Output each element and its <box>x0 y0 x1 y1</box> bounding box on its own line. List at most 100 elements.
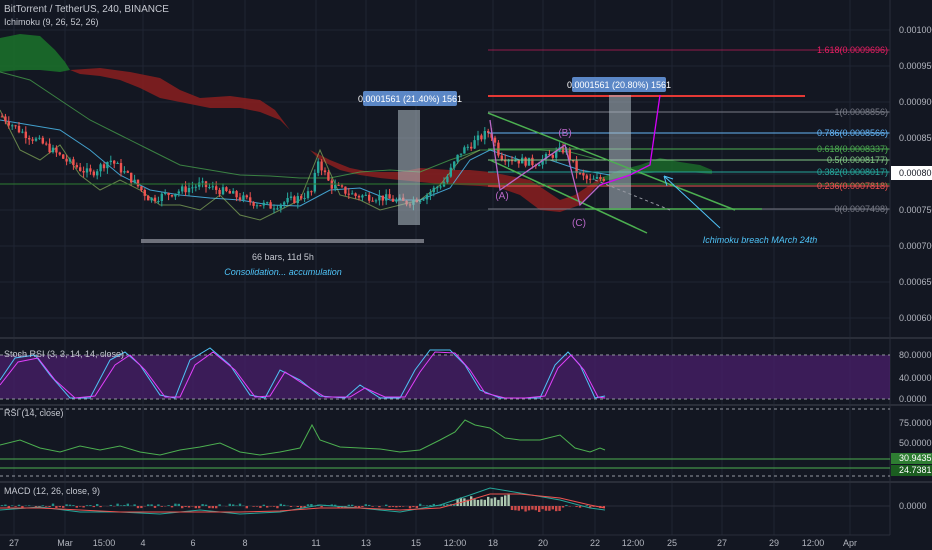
candle-body <box>119 163 123 173</box>
candle-body <box>524 157 527 166</box>
fib-1618-label: 1.618(0.0009696) <box>817 45 888 55</box>
candle-body <box>351 193 354 195</box>
macd-histogram-bar <box>551 506 554 510</box>
candle-body <box>521 157 524 164</box>
candle-body <box>357 195 361 198</box>
price-tick: 0.0009500 <box>899 61 932 71</box>
candle-body <box>599 177 602 179</box>
candle-body <box>327 172 330 181</box>
rsi-badge-lower: 24.7381 <box>899 465 932 475</box>
time-tick: 6 <box>190 538 195 548</box>
candle-body <box>140 186 143 191</box>
candle-body <box>561 147 565 153</box>
candle-body <box>160 193 163 202</box>
time-tick: 27 <box>717 538 727 548</box>
macd-histogram-bar <box>589 506 592 508</box>
candle-body <box>55 147 58 153</box>
candle-body <box>106 161 109 169</box>
chart-canvas[interactable]: 1.618(0.0009696) 1(0.0008856) 0.786(0.00… <box>0 0 932 550</box>
candle-body <box>449 167 452 177</box>
macd-histogram-bar <box>507 494 510 506</box>
candle-body <box>378 195 381 201</box>
candle-body <box>493 137 497 143</box>
macd-histogram-bar <box>480 499 483 506</box>
candle-body <box>286 197 289 203</box>
macd-histogram-bar <box>575 506 578 507</box>
time-tick: 4 <box>140 538 145 548</box>
stoch-tick: 40.0000 <box>899 373 932 383</box>
macd-histogram-bar <box>395 506 398 508</box>
macd-histogram-bar <box>75 506 78 508</box>
rsi-tick: 50.0000 <box>899 438 932 448</box>
fib-0236-label: 0.236(0.0007818) <box>817 181 888 191</box>
macd-histogram-bar <box>89 505 92 506</box>
macd-histogram-bar <box>487 496 490 506</box>
candle-body <box>313 172 316 192</box>
wave-c-label: (C) <box>572 218 586 229</box>
candle-body <box>130 172 133 183</box>
macd-histogram-bar <box>442 504 446 506</box>
candle-body <box>252 202 255 206</box>
candle-body <box>361 195 364 198</box>
rsi-label: RSI (14, close) <box>4 408 64 418</box>
candle-body <box>113 160 116 164</box>
candle-body <box>21 131 24 133</box>
fib-05-label: 0.5(0.0008177) <box>827 155 888 165</box>
macd-histogram-bar <box>527 506 531 511</box>
macd-histogram-bar <box>62 506 65 508</box>
macd-histogram-bar <box>538 506 541 512</box>
candle-body <box>453 161 456 168</box>
ichimoku-legend: Ichimoku (9, 26, 52, 26) <box>4 17 99 27</box>
ichimoku-breach-label: Ichimoku breach MArch 24th <box>703 235 818 245</box>
macd-histogram-bar <box>398 506 401 507</box>
candle-body <box>75 165 78 168</box>
candle-body <box>330 180 333 189</box>
bars-range-label: 66 bars, 11d 5h <box>252 252 314 262</box>
wave-a-label: (A) <box>495 191 508 202</box>
macd-histogram-bar <box>531 506 534 510</box>
candle-body <box>45 143 48 145</box>
candle-body <box>221 187 225 195</box>
candle-body <box>31 139 34 141</box>
macd-histogram-bar <box>28 505 31 506</box>
macd-histogram-bar <box>4 504 7 506</box>
candle-body <box>272 208 276 210</box>
candle-body <box>72 159 75 166</box>
macd-histogram-bar <box>425 505 429 506</box>
candle-body <box>595 177 599 179</box>
macd-histogram-bar <box>181 506 184 509</box>
candle-body <box>527 157 531 166</box>
candle-body <box>578 172 582 174</box>
macd-histogram-bar <box>368 504 371 506</box>
candle-body <box>177 191 180 194</box>
time-tick: 12:00 <box>444 538 467 548</box>
candle-body <box>585 175 588 179</box>
candle-body <box>218 189 221 195</box>
candle-body <box>354 193 357 196</box>
candle-body <box>99 164 102 172</box>
candle-body <box>208 187 211 189</box>
rsi-badge-upper: 30.9435 <box>899 453 932 463</box>
macd-histogram-bar <box>558 506 561 511</box>
macd-histogram-bar <box>170 506 174 508</box>
candle-body <box>174 193 177 197</box>
macd-histogram-bar <box>351 504 354 506</box>
macd-histogram-bar <box>92 506 95 508</box>
candle-body <box>303 198 306 200</box>
candle-body <box>65 158 68 162</box>
macd-histogram-bar <box>517 506 520 511</box>
candle-body <box>575 160 578 173</box>
macd-histogram-bar <box>184 506 187 507</box>
candle-body <box>391 198 395 202</box>
price-tick: 0.0007500 <box>899 205 932 215</box>
candle-body <box>592 178 595 180</box>
candle-body <box>347 193 350 195</box>
measure-box-left <box>398 110 420 225</box>
macd-histogram-bar <box>116 503 119 506</box>
macd-histogram-bar <box>470 496 473 506</box>
macd-histogram-bar <box>153 506 157 508</box>
stoch-band <box>0 355 890 399</box>
candle-body <box>62 154 65 159</box>
measure-label-left: 0.0001561 (21.40%) 1561 <box>358 94 462 104</box>
macd-tick: 0.0000 <box>899 501 927 511</box>
